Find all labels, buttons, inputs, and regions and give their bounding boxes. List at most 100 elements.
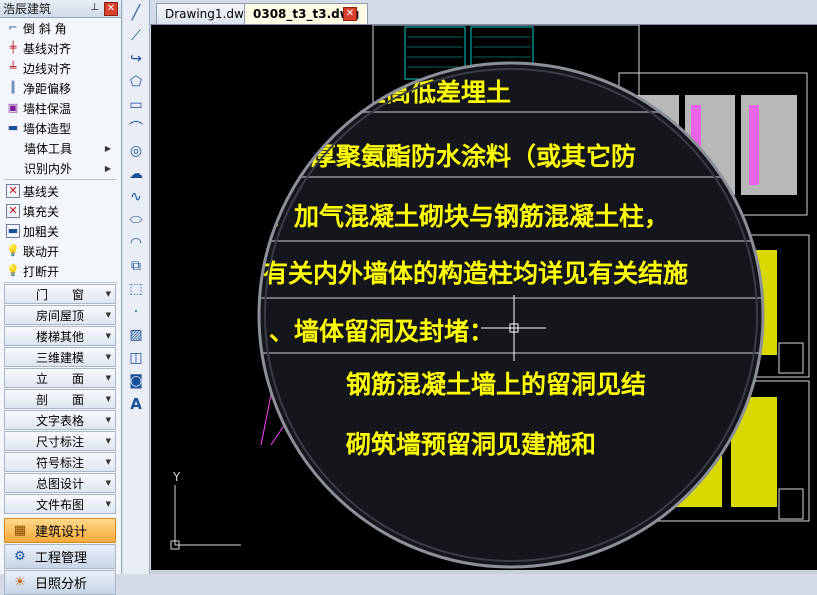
magnified-line-3: 、加气混凝土砌块与钢筋混凝土柱， (269, 202, 669, 231)
ucs-y-label: Y (172, 470, 181, 484)
chevron-down-icon: ▼ (105, 416, 111, 424)
palette-item-label: 净距偏移 (23, 81, 72, 96)
magnifier-lens: 升生高低差埋土 厚聚氨酯防水涂料（或其它防 、加气混凝土砌块与钢筋混凝土柱， 有… (257, 61, 765, 569)
offset-icon: ║ (9, 81, 17, 94)
category-10[interactable]: 文件布图 ▼ (4, 494, 116, 514)
category-8[interactable]: 符号标注 ▼ (4, 452, 116, 472)
palette-submenu-identify[interactable]: 识别内外 ▶ (0, 158, 121, 178)
category-1[interactable]: 房间屋顶 ▼ (4, 305, 116, 325)
palette-item-wall-shape[interactable]: ▬ 墙体造型 (0, 118, 121, 138)
category-label: 文件布图 (35, 497, 84, 512)
category-label: 符号标注 (35, 455, 84, 470)
tab-close-icon[interactable]: ✕ (343, 7, 357, 21)
toggle-label: 填充关 (23, 204, 60, 219)
circle-tool-icon[interactable]: ◎ (126, 141, 146, 161)
category-2[interactable]: 楼梯其他 ▼ (4, 326, 116, 346)
category-list: 门 窗 ▼ 房间屋顶 ▼ 楼梯其他 ▼ 三维建模 ▼ 立 面 ▼ 剖 面 ▼ 文字表格 ▼ 尺寸标注 ▼ 符号标… (0, 284, 121, 514)
palette-item-align-base[interactable]: ╪ 基线对齐 (0, 38, 121, 58)
insert-block-tool-icon[interactable]: ⧉ (126, 256, 146, 276)
palette-item-label: 倒 斜 角 (23, 21, 67, 36)
architecture-icon: ▦ (13, 522, 27, 538)
pin-icon[interactable]: ⊥ (90, 2, 99, 13)
project-icon: ⚙ (14, 548, 26, 564)
chevron-down-icon: ▼ (105, 479, 111, 487)
chevron-down-icon: ▼ (105, 437, 111, 445)
point-tool-icon[interactable]: · (126, 302, 146, 322)
chevron-down-icon: ▼ (105, 500, 111, 508)
fill-off-icon: ✕ (6, 204, 20, 218)
rectangle-tool-icon[interactable]: ▭ (126, 95, 146, 115)
module-project-management[interactable]: ⚙ 工程管理 (4, 544, 116, 569)
region-tool-icon[interactable]: ◫ (126, 348, 146, 368)
toggle-baseline[interactable]: ✕ 基线关 (0, 181, 121, 201)
drawing-canvas[interactable]: Y 升生高低差埋土 厚聚氨酯防水涂料（或其它防 、加气混凝土砌块与钢筋混凝土柱，… (151, 25, 817, 570)
palette-close-icon[interactable]: ✕ (104, 2, 118, 16)
toggle-fill[interactable]: ✕ 填充关 (0, 201, 121, 221)
toggle-label: 打断开 (23, 264, 60, 279)
category-label: 总图设计 (35, 476, 84, 491)
toggle-label: 基线关 (23, 184, 60, 199)
chevron-right-icon: ▶ (104, 143, 111, 153)
module-label: 日照分析 (35, 577, 88, 592)
category-label: 房间屋顶 (35, 308, 84, 323)
arc-polyline-tool-icon[interactable]: ↪ (126, 49, 146, 69)
chevron-down-icon: ▼ (105, 353, 111, 361)
palette-item-offset[interactable]: ║ 净距偏移 (0, 78, 121, 98)
palette-submenu-label: 墙体工具 (24, 141, 73, 156)
wall-shape-icon: ▬ (7, 121, 19, 134)
chevron-down-icon: ▼ (105, 332, 111, 340)
line-tool-icon[interactable]: ╱ (126, 3, 146, 23)
toggle-break[interactable]: 💡 打断开 (0, 261, 121, 281)
chevron-down-icon: ▼ (105, 458, 111, 466)
chevron-right-icon: ▶ (104, 163, 111, 173)
ellipse-arc-tool-icon[interactable]: ◠ (126, 233, 146, 253)
palette-item-align-edge[interactable]: ╧ 边线对齐 (0, 58, 121, 78)
chevron-down-icon: ▼ (105, 290, 111, 298)
category-label: 尺寸标注 (35, 434, 84, 449)
palette-item-insulation[interactable]: ▣ 墙柱保温 (0, 98, 121, 118)
bulb-icon: 💡 (6, 264, 20, 277)
module-label: 建筑设计 (35, 525, 88, 540)
spline-tool-icon[interactable]: ∿ (126, 187, 146, 207)
tab-label: Drawing1.dwg (165, 7, 252, 21)
toggle-label: 联动开 (23, 244, 60, 259)
text-tool-icon[interactable]: A (126, 394, 146, 414)
table-tool-icon[interactable]: ◙ (126, 371, 146, 391)
category-0[interactable]: 门 窗 ▼ (4, 284, 116, 304)
palette-item-label: 边线对齐 (23, 61, 72, 76)
magnified-line-5: 、墙体留洞及封堵： (269, 317, 494, 346)
category-9[interactable]: 总图设计 ▼ (4, 473, 116, 493)
category-label: 门 窗 (35, 287, 84, 302)
category-3[interactable]: 三维建模 ▼ (4, 347, 116, 367)
category-label: 剖 面 (35, 392, 84, 407)
revcloud-tool-icon[interactable]: ☁ (126, 164, 146, 184)
palette-submenu-wall-tools[interactable]: 墙体工具 ▶ (0, 138, 121, 158)
category-label: 立 面 (35, 371, 84, 386)
document-tabs: Drawing1.dwg 0308_t3_t3.dwg ✕ (150, 0, 817, 25)
category-label: 三维建模 (35, 350, 84, 365)
toggle-link[interactable]: 💡 联动开 (0, 241, 121, 261)
polygon-tool-icon[interactable]: ⬠ (126, 72, 146, 92)
category-7[interactable]: 尺寸标注 ▼ (4, 431, 116, 451)
palette-item-label: 基线对齐 (23, 41, 72, 56)
ellipse-tool-icon[interactable]: ⬭ (126, 210, 146, 230)
palette-item-label: 墙柱保温 (23, 101, 72, 116)
category-5[interactable]: 剖 面 ▼ (4, 389, 116, 409)
category-label: 楼梯其他 (35, 329, 84, 344)
category-6[interactable]: 文字表格 ▼ (4, 410, 116, 430)
category-4[interactable]: 立 面 ▼ (4, 368, 116, 388)
magnified-line-1: 升生高低差埋土 (336, 78, 511, 107)
arc-tool-icon[interactable]: ⌒ (126, 118, 146, 138)
chevron-down-icon: ▼ (105, 395, 111, 403)
palette-divider (4, 179, 117, 180)
palette-item-label: 墙体造型 (23, 121, 72, 136)
horizontal-scrollbar[interactable] (151, 570, 817, 574)
module-architecture-design[interactable]: ▦ 建筑设计 (4, 518, 116, 543)
toggle-bold[interactable]: ▬ 加粗关 (0, 221, 121, 241)
make-block-tool-icon[interactable]: ⬚ (126, 279, 146, 299)
palette-title-bar[interactable]: 浩辰建筑 ⊥ ✕ (0, 0, 121, 18)
palette-item-chamfer[interactable]: ⌐ 倒 斜 角 (0, 18, 121, 38)
hatch-tool-icon[interactable]: ▨ (126, 325, 146, 345)
draw-toolbar: ╱ ⟋ ↪ ⬠ ▭ ⌒ ◎ ☁ ∿ ⬭ ◠ ⧉ ⬚ · ▨ ◫ ◙ A (123, 0, 150, 574)
polyline-tool-icon[interactable]: ⟋ (126, 26, 146, 46)
